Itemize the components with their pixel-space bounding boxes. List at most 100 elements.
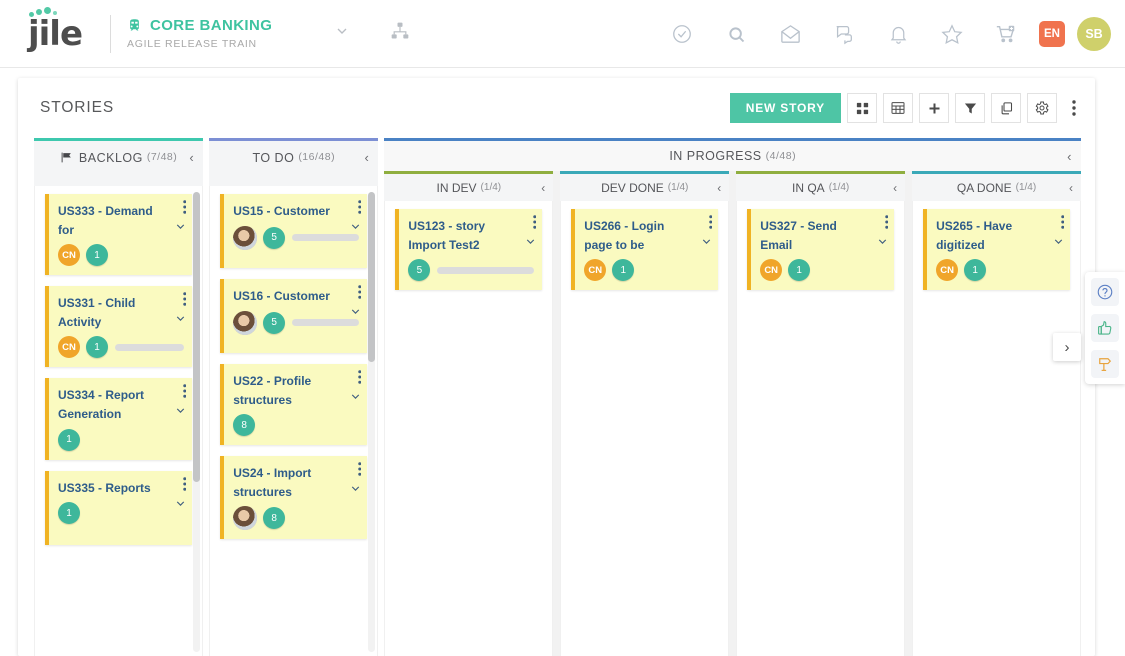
board-subcolumn-dev-done: DEV DONE (1/4) ‹ US266 - Login page to b… (560, 171, 730, 656)
chevron-down-icon[interactable] (700, 235, 713, 252)
story-card[interactable]: US333 - Demand for CN 1 (45, 194, 193, 276)
mail-icon[interactable] (763, 0, 817, 68)
chevron-down-icon[interactable] (174, 312, 187, 329)
story-meta: 1 (58, 428, 184, 451)
column-scrollbar[interactable] (368, 192, 376, 652)
chevron-down-icon[interactable] (524, 235, 537, 252)
story-card[interactable]: US16 - Customer 5 (220, 279, 368, 353)
chevron-down-icon[interactable] (349, 482, 362, 499)
column-label: BACKLOG (78, 151, 143, 165)
kebab-menu-icon[interactable] (358, 200, 362, 216)
story-card[interactable]: US334 - Report Generation 1 (45, 378, 193, 460)
subcolumn-header-qa-done[interactable]: QA DONE (1/4) ‹ (912, 171, 1081, 201)
progress-bar (115, 343, 185, 351)
kebab-menu-icon[interactable] (708, 215, 713, 231)
column-scrollbar[interactable] (193, 192, 201, 652)
chevron-left-icon[interactable]: ‹ (541, 181, 545, 195)
thumbs-up-icon[interactable] (1091, 314, 1119, 342)
column-body-todo: US15 - Customer 5 US16 - Customer 5 US22… (209, 186, 379, 656)
chevron-left-icon[interactable]: ‹ (1069, 181, 1073, 195)
logo[interactable]: jile (0, 6, 110, 54)
kebab-menu-icon[interactable] (182, 200, 187, 216)
story-card[interactable]: US327 - Send Email CN 1 (747, 209, 895, 291)
bell-icon[interactable] (871, 0, 925, 68)
story-meta: CN 1 (760, 259, 886, 282)
chevron-down-icon[interactable] (349, 390, 362, 407)
story-card[interactable]: US24 - Import structures 8 (220, 456, 368, 540)
chevron-down-icon[interactable] (174, 220, 187, 237)
card-view-icon[interactable] (847, 93, 877, 123)
assignee-avatar[interactable]: CN (936, 259, 959, 282)
help-question-icon[interactable] (1091, 278, 1119, 306)
kebab-menu-icon[interactable] (182, 476, 187, 493)
add-icon[interactable] (919, 93, 949, 123)
story-title: US333 - Demand for (58, 204, 153, 237)
chevron-down-icon[interactable] (349, 220, 362, 237)
story-card[interactable]: US265 - Have digitized CN 1 (923, 209, 1070, 291)
story-title: US123 - story Import Test2 (408, 219, 486, 252)
subcolumn-header-dev-done[interactable]: DEV DONE (1/4) ‹ (560, 171, 730, 201)
assignee-avatar[interactable]: CN (58, 336, 80, 359)
cart-plus-icon[interactable] (979, 0, 1033, 68)
filter-icon[interactable] (955, 93, 985, 123)
subcolumn-divider (729, 171, 737, 656)
org-chart-icon[interactable] (390, 21, 410, 46)
story-card[interactable]: US22 - Profile structures 8 (220, 364, 368, 446)
chevron-down-icon[interactable] (334, 23, 350, 44)
copy-icon[interactable] (991, 93, 1021, 123)
new-story-button[interactable]: NEW STORY (729, 93, 841, 123)
kebab-menu-icon[interactable] (358, 462, 362, 478)
chevron-down-icon[interactable] (349, 305, 362, 322)
chevron-left-icon[interactable]: ‹ (717, 181, 721, 195)
subcolumn-label: IN QA (792, 180, 825, 195)
assignee-avatar[interactable] (233, 310, 258, 335)
subcolumn-header-in-dev[interactable]: IN DEV (1/4) ‹ (384, 171, 554, 201)
chevron-down-icon[interactable] (174, 404, 187, 421)
board-subcolumn-in-qa: IN QA (1/4) ‹ US327 - Send Email CN 1 (736, 171, 906, 656)
project-selector[interactable]: CORE BANKING AGILE RELEASE TRAIN (127, 17, 272, 50)
story-card[interactable]: US331 - Child Activity CN 1 (45, 286, 193, 368)
language-badge[interactable]: EN (1039, 21, 1065, 47)
chevron-left-icon[interactable]: ‹ (189, 151, 194, 164)
signpost-icon[interactable] (1091, 350, 1119, 378)
kebab-menu-icon[interactable] (182, 384, 187, 400)
chat-icon[interactable] (817, 0, 871, 68)
column-header-in-progress[interactable]: IN PROGRESS (4/48) ‹ (384, 138, 1082, 171)
check-circle-icon[interactable] (655, 0, 709, 68)
story-card[interactable]: US15 - Customer 5 (220, 194, 368, 268)
kebab-menu-icon[interactable] (1063, 93, 1085, 123)
kebab-menu-icon[interactable] (1060, 215, 1065, 231)
chevron-left-icon[interactable]: ‹ (893, 181, 897, 195)
story-card[interactable]: US123 - story Import Test2 5 (395, 209, 543, 291)
assignee-avatar[interactable]: CN (58, 244, 80, 267)
chevron-left-icon[interactable]: ‹ (365, 151, 370, 164)
assignee-avatar[interactable] (233, 225, 258, 250)
subcolumn-header-in-qa[interactable]: IN QA (1/4) ‹ (736, 171, 906, 201)
settings-icon[interactable] (1027, 93, 1057, 123)
star-icon[interactable] (925, 0, 979, 68)
search-icon[interactable] (709, 0, 763, 68)
grid-view-icon[interactable] (883, 93, 913, 123)
assignee-avatar[interactable]: CN (584, 259, 607, 282)
assignee-avatar[interactable] (233, 506, 258, 531)
assignee-avatar[interactable]: CN (760, 259, 783, 282)
kebab-menu-icon[interactable] (533, 215, 537, 231)
subcolumn-body-in-qa: US327 - Send Email CN 1 (736, 201, 906, 656)
story-meta: CN 1 (58, 244, 184, 267)
chevron-down-icon[interactable] (876, 235, 889, 252)
subcolumn-label: IN DEV (436, 180, 477, 195)
kebab-menu-icon[interactable] (358, 370, 362, 386)
expand-panel-button[interactable]: › (1053, 333, 1081, 361)
chevron-left-icon[interactable]: ‹ (1067, 149, 1072, 164)
avatar[interactable]: SB (1077, 17, 1111, 51)
kebab-menu-icon[interactable] (182, 292, 187, 308)
column-header-backlog[interactable]: BACKLOG (7/48) ‹ (34, 138, 204, 186)
kebab-menu-icon[interactable] (358, 285, 362, 301)
column-header-todo[interactable]: TO DO (16/48) ‹ (209, 138, 379, 186)
logo-text: jile (27, 13, 83, 54)
story-card[interactable]: US335 - Reports 1 (45, 470, 193, 545)
chevron-down-icon[interactable] (1052, 235, 1065, 252)
kebab-menu-icon[interactable] (884, 215, 889, 231)
story-card[interactable]: US266 - Login page to be CN 1 (571, 209, 719, 291)
chevron-down-icon[interactable] (174, 497, 187, 514)
